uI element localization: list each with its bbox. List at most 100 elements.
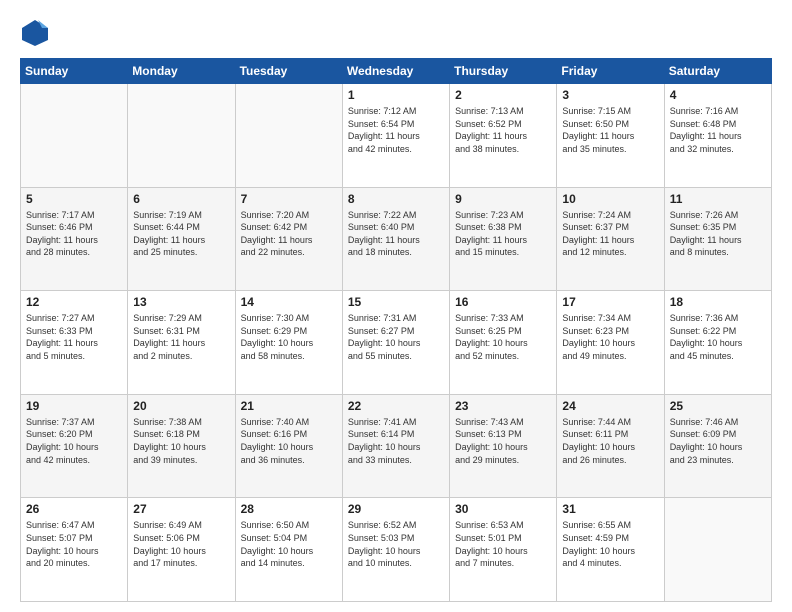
logo-icon <box>20 18 50 48</box>
weekday-header-monday: Monday <box>128 59 235 84</box>
day-number: 1 <box>348 88 444 102</box>
header <box>20 18 772 48</box>
calendar-day-cell: 3 Sunrise: 7:15 AM Sunset: 6:50 PM Daylig… <box>557 84 664 188</box>
day-info: Sunrise: 7:20 AM Sunset: 6:42 PM Dayligh… <box>241 209 337 259</box>
calendar-day-cell: 28 Sunrise: 6:50 AM Sunset: 5:04 PM Dayli… <box>235 498 342 602</box>
day-number: 31 <box>562 502 658 516</box>
day-info: Sunrise: 7:12 AM Sunset: 6:54 PM Dayligh… <box>348 105 444 155</box>
calendar-day-cell: 23 Sunrise: 7:43 AM Sunset: 6:13 PM Dayli… <box>450 394 557 498</box>
day-info: Sunrise: 7:43 AM Sunset: 6:13 PM Dayligh… <box>455 416 551 466</box>
day-info: Sunrise: 7:17 AM Sunset: 6:46 PM Dayligh… <box>26 209 122 259</box>
calendar-day-cell: 9 Sunrise: 7:23 AM Sunset: 6:38 PM Daylig… <box>450 187 557 291</box>
day-number: 28 <box>241 502 337 516</box>
day-number: 6 <box>133 192 229 206</box>
calendar-table: SundayMondayTuesdayWednesdayThursdayFrid… <box>20 58 772 602</box>
calendar-day-cell: 25 Sunrise: 7:46 AM Sunset: 6:09 PM Dayli… <box>664 394 771 498</box>
day-number: 24 <box>562 399 658 413</box>
calendar-day-cell: 12Sunrise: 7:27 AM Sunset: 6:33 PM Dayli… <box>21 291 128 395</box>
calendar-week-row: 1 Sunrise: 7:12 AM Sunset: 6:54 PM Daylig… <box>21 84 772 188</box>
day-info: Sunrise: 7:19 AM Sunset: 6:44 PM Dayligh… <box>133 209 229 259</box>
day-info: Sunrise: 7:30 AM Sunset: 6:29 PM Dayligh… <box>241 312 337 362</box>
weekday-header-sunday: Sunday <box>21 59 128 84</box>
day-info: Sunrise: 7:23 AM Sunset: 6:38 PM Dayligh… <box>455 209 551 259</box>
day-info: Sunrise: 6:47 AM Sunset: 5:07 PM Dayligh… <box>26 519 122 569</box>
weekday-header-tuesday: Tuesday <box>235 59 342 84</box>
weekday-header-wednesday: Wednesday <box>342 59 449 84</box>
calendar-day-cell: 22Sunrise: 7:41 AM Sunset: 6:14 PM Dayli… <box>342 394 449 498</box>
day-info: Sunrise: 7:36 AM Sunset: 6:22 PM Dayligh… <box>670 312 766 362</box>
weekday-header-thursday: Thursday <box>450 59 557 84</box>
calendar-day-cell <box>128 84 235 188</box>
calendar-day-cell <box>21 84 128 188</box>
calendar-day-cell: 13 Sunrise: 7:29 AM Sunset: 6:31 PM Dayli… <box>128 291 235 395</box>
calendar-week-row: 12Sunrise: 7:27 AM Sunset: 6:33 PM Dayli… <box>21 291 772 395</box>
day-info: Sunrise: 7:37 AM Sunset: 6:20 PM Dayligh… <box>26 416 122 466</box>
weekday-header-row: SundayMondayTuesdayWednesdayThursdayFrid… <box>21 59 772 84</box>
day-info: Sunrise: 7:16 AM Sunset: 6:48 PM Dayligh… <box>670 105 766 155</box>
calendar-day-cell: 20Sunrise: 7:38 AM Sunset: 6:18 PM Dayli… <box>128 394 235 498</box>
day-info: Sunrise: 6:52 AM Sunset: 5:03 PM Dayligh… <box>348 519 444 569</box>
calendar-day-cell: 30 Sunrise: 6:53 AM Sunset: 5:01 PM Dayli… <box>450 498 557 602</box>
day-number: 17 <box>562 295 658 309</box>
calendar-week-row: 5 Sunrise: 7:17 AM Sunset: 6:46 PM Daylig… <box>21 187 772 291</box>
day-number: 10 <box>562 192 658 206</box>
calendar-day-cell <box>664 498 771 602</box>
day-number: 16 <box>455 295 551 309</box>
calendar-day-cell: 31 Sunrise: 6:55 AM Sunset: 4:59 PM Dayli… <box>557 498 664 602</box>
calendar-day-cell: 1 Sunrise: 7:12 AM Sunset: 6:54 PM Daylig… <box>342 84 449 188</box>
logo <box>20 18 54 48</box>
day-number: 23 <box>455 399 551 413</box>
day-info: Sunrise: 7:26 AM Sunset: 6:35 PM Dayligh… <box>670 209 766 259</box>
day-info: Sunrise: 7:29 AM Sunset: 6:31 PM Dayligh… <box>133 312 229 362</box>
day-number: 9 <box>455 192 551 206</box>
day-number: 5 <box>26 192 122 206</box>
calendar-day-cell: 18 Sunrise: 7:36 AM Sunset: 6:22 PM Dayli… <box>664 291 771 395</box>
day-number: 13 <box>133 295 229 309</box>
day-number: 25 <box>670 399 766 413</box>
calendar-day-cell: 16 Sunrise: 7:33 AM Sunset: 6:25 PM Dayli… <box>450 291 557 395</box>
calendar-day-cell: 11 Sunrise: 7:26 AM Sunset: 6:35 PM Dayli… <box>664 187 771 291</box>
calendar-day-cell: 29 Sunrise: 6:52 AM Sunset: 5:03 PM Dayli… <box>342 498 449 602</box>
calendar-day-cell: 15 Sunrise: 7:31 AM Sunset: 6:27 PM Dayli… <box>342 291 449 395</box>
day-info: Sunrise: 7:41 AM Sunset: 6:14 PM Dayligh… <box>348 416 444 466</box>
day-info: Sunrise: 7:22 AM Sunset: 6:40 PM Dayligh… <box>348 209 444 259</box>
day-info: Sunrise: 7:31 AM Sunset: 6:27 PM Dayligh… <box>348 312 444 362</box>
weekday-header-friday: Friday <box>557 59 664 84</box>
calendar-day-cell: 8 Sunrise: 7:22 AM Sunset: 6:40 PM Daylig… <box>342 187 449 291</box>
calendar-day-cell: 27Sunrise: 6:49 AM Sunset: 5:06 PM Dayli… <box>128 498 235 602</box>
day-number: 2 <box>455 88 551 102</box>
day-info: Sunrise: 7:33 AM Sunset: 6:25 PM Dayligh… <box>455 312 551 362</box>
calendar-day-cell: 2 Sunrise: 7:13 AM Sunset: 6:52 PM Daylig… <box>450 84 557 188</box>
day-info: Sunrise: 7:46 AM Sunset: 6:09 PM Dayligh… <box>670 416 766 466</box>
day-info: Sunrise: 7:24 AM Sunset: 6:37 PM Dayligh… <box>562 209 658 259</box>
calendar-day-cell: 14Sunrise: 7:30 AM Sunset: 6:29 PM Dayli… <box>235 291 342 395</box>
page: SundayMondayTuesdayWednesdayThursdayFrid… <box>0 0 792 612</box>
day-number: 8 <box>348 192 444 206</box>
weekday-header-saturday: Saturday <box>664 59 771 84</box>
day-number: 29 <box>348 502 444 516</box>
day-number: 19 <box>26 399 122 413</box>
day-number: 3 <box>562 88 658 102</box>
calendar-day-cell: 7 Sunrise: 7:20 AM Sunset: 6:42 PM Daylig… <box>235 187 342 291</box>
day-info: Sunrise: 6:50 AM Sunset: 5:04 PM Dayligh… <box>241 519 337 569</box>
day-info: Sunrise: 7:34 AM Sunset: 6:23 PM Dayligh… <box>562 312 658 362</box>
day-number: 26 <box>26 502 122 516</box>
calendar-day-cell <box>235 84 342 188</box>
day-info: Sunrise: 7:44 AM Sunset: 6:11 PM Dayligh… <box>562 416 658 466</box>
calendar-week-row: 19 Sunrise: 7:37 AM Sunset: 6:20 PM Dayli… <box>21 394 772 498</box>
calendar-day-cell: 24 Sunrise: 7:44 AM Sunset: 6:11 PM Dayli… <box>557 394 664 498</box>
day-number: 30 <box>455 502 551 516</box>
calendar-day-cell: 19 Sunrise: 7:37 AM Sunset: 6:20 PM Dayli… <box>21 394 128 498</box>
day-info: Sunrise: 6:55 AM Sunset: 4:59 PM Dayligh… <box>562 519 658 569</box>
calendar-day-cell: 4Sunrise: 7:16 AM Sunset: 6:48 PM Daylig… <box>664 84 771 188</box>
day-info: Sunrise: 7:27 AM Sunset: 6:33 PM Dayligh… <box>26 312 122 362</box>
day-number: 18 <box>670 295 766 309</box>
day-number: 11 <box>670 192 766 206</box>
day-number: 7 <box>241 192 337 206</box>
day-info: Sunrise: 7:13 AM Sunset: 6:52 PM Dayligh… <box>455 105 551 155</box>
day-number: 21 <box>241 399 337 413</box>
day-info: Sunrise: 6:53 AM Sunset: 5:01 PM Dayligh… <box>455 519 551 569</box>
day-number: 15 <box>348 295 444 309</box>
day-info: Sunrise: 7:15 AM Sunset: 6:50 PM Dayligh… <box>562 105 658 155</box>
calendar-day-cell: 21Sunrise: 7:40 AM Sunset: 6:16 PM Dayli… <box>235 394 342 498</box>
